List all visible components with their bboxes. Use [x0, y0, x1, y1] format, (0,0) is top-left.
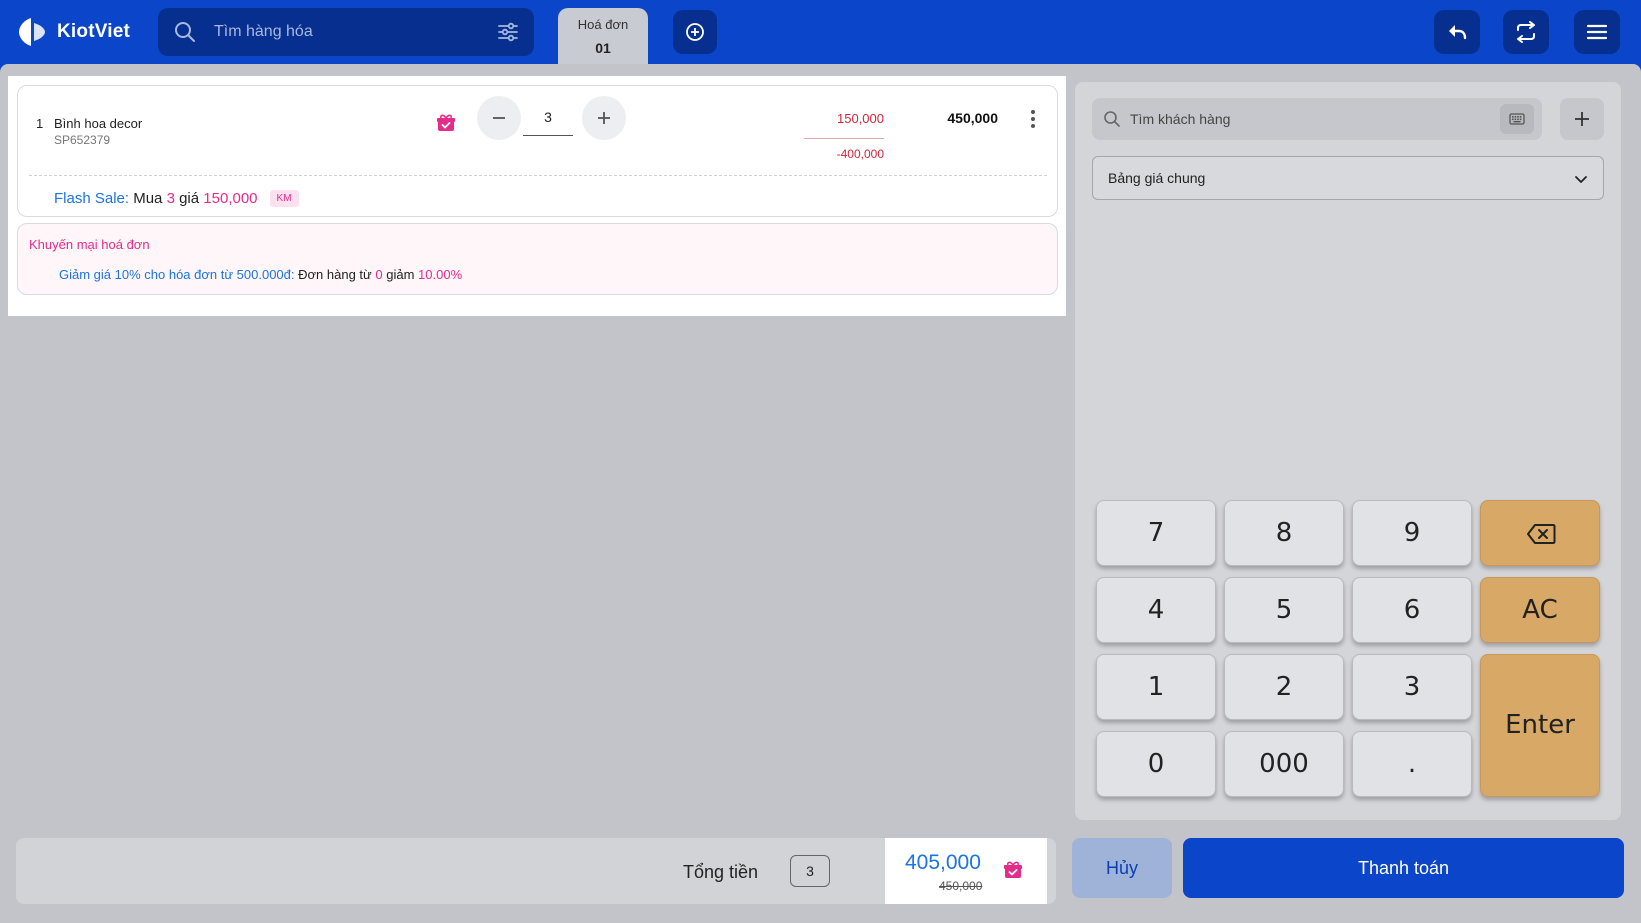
total-bar: Tổng tiền 3 405,000 450,000 [16, 838, 1056, 904]
plus-icon [598, 112, 610, 124]
cart-panel: 1 Bình hoa decor SP652379 3 150,000 -400… [8, 76, 1066, 316]
key-6[interactable]: 6 [1352, 577, 1472, 643]
customer-search-input[interactable]: Tìm khách hàng [1130, 111, 1230, 127]
price-book-select[interactable]: Bảng giá chung [1092, 156, 1604, 200]
add-invoice-button[interactable] [673, 10, 717, 54]
enter-key[interactable]: Enter [1480, 654, 1600, 797]
price-book-selected: Bảng giá chung [1108, 170, 1206, 186]
item-divider [29, 175, 1047, 176]
undo-button[interactable] [1434, 10, 1480, 54]
add-customer-button[interactable] [1560, 98, 1604, 140]
keyboard-icon [1509, 113, 1525, 125]
key-5[interactable]: 5 [1224, 577, 1344, 643]
gift-icon[interactable] [1003, 860, 1023, 880]
total-label: Tổng tiền [683, 862, 759, 882]
more-vertical-icon[interactable] [1028, 108, 1038, 130]
tab-invoice-01[interactable]: Hoá đơn 01 [558, 8, 648, 64]
item-index: 1 [36, 116, 44, 131]
key-3[interactable]: 3 [1352, 654, 1472, 720]
key-7[interactable]: 7 [1096, 500, 1216, 566]
price-divider [804, 138, 884, 139]
menu-icon [1586, 24, 1608, 40]
key-decimal[interactable]: . [1352, 731, 1472, 797]
main-content: 1 Bình hoa decor SP652379 3 150,000 -400… [0, 64, 1641, 923]
key-4[interactable]: 4 [1096, 577, 1216, 643]
tab-label: Hoá đơn [577, 17, 629, 32]
minus-icon [493, 117, 505, 119]
tab-number: 01 [595, 40, 611, 56]
key-8[interactable]: 8 [1224, 500, 1344, 566]
decrease-quantity-button[interactable] [477, 96, 521, 140]
filter-icon[interactable] [496, 20, 520, 44]
item-count: 3 [790, 855, 830, 887]
item-code: SP652379 [54, 133, 111, 147]
pay-button[interactable]: Thanh toán [1183, 838, 1624, 898]
backspace-icon [1527, 524, 1556, 544]
promo-min-value: 0 [375, 267, 383, 282]
gift-icon[interactable] [436, 113, 456, 133]
item-name[interactable]: Bình hoa decor [54, 116, 142, 131]
menu-button[interactable] [1574, 10, 1620, 54]
top-bar: KiotViet Tìm hàng hóa Hoá đơn 01 [0, 0, 1641, 64]
key-9[interactable]: 9 [1352, 500, 1472, 566]
promo-rule-text: Giảm giá 10% cho hóa đơn từ 500.000đ: [59, 267, 295, 282]
kiotviet-logo-icon [19, 18, 45, 46]
original-total: 450,000 [939, 879, 983, 893]
search-input[interactable]: Tìm hàng hóa [214, 23, 313, 41]
undo-icon [1449, 25, 1467, 40]
invoice-promotion-title: Khuyến mại hoá đơn [29, 237, 150, 252]
product-search[interactable]: Tìm hàng hóa [158, 8, 534, 56]
flash-sale-price: 150,000 [203, 190, 258, 207]
logo-text: KiotViet [57, 21, 131, 42]
search-icon [175, 22, 195, 42]
sync-icon [1517, 21, 1535, 43]
backspace-key[interactable] [1480, 500, 1600, 566]
total-amount: 405,000 [905, 851, 981, 874]
invoice-promotion-rule: Giảm giá 10% cho hóa đơn từ 500.000đ: Đơ… [59, 267, 462, 282]
unit-price[interactable]: 150,000 [804, 111, 884, 126]
flash-sale-label: Flash Sale: [54, 190, 130, 207]
chevron-down-icon [1575, 176, 1587, 183]
flash-sale-buy-qty: 3 [166, 190, 175, 207]
clear-key[interactable]: AC [1480, 577, 1600, 643]
customer-search[interactable]: Tìm khách hàng [1092, 98, 1542, 140]
promo-text-1: Đơn hàng từ [298, 267, 372, 282]
keyboard-button[interactable] [1500, 104, 1534, 134]
key-0[interactable]: 0 [1096, 731, 1216, 797]
kiotviet-logo[interactable]: KiotViet [17, 16, 130, 48]
key-1[interactable]: 1 [1096, 654, 1216, 720]
flash-sale-buy-text: Mua [133, 190, 163, 207]
promo-text-2: giảm [386, 267, 415, 282]
promo-badge: KM [269, 190, 299, 207]
quantity-input[interactable]: 3 [523, 102, 573, 136]
sync-button[interactable] [1503, 10, 1549, 54]
right-panel: Tìm khách hàng Bảng giá chung 7 8 9 4 5 … [1075, 82, 1621, 820]
line-total: 450,000 [947, 110, 998, 126]
cancel-button[interactable]: Hủy [1072, 838, 1172, 898]
key-2[interactable]: 2 [1224, 654, 1344, 720]
invoice-promotion[interactable]: Khuyến mại hoá đơn Giảm giá 10% cho hóa … [17, 223, 1058, 295]
increase-quantity-button[interactable] [582, 96, 626, 140]
promo-percent: 10.00% [418, 267, 463, 282]
cart-item[interactable]: 1 Bình hoa decor SP652379 3 150,000 -400… [17, 85, 1058, 217]
flash-sale-promo[interactable]: Flash Sale: Mua 3 giá 150,000 KM [54, 190, 299, 207]
add-circle-icon [686, 23, 704, 41]
total-amount-box[interactable]: 405,000 450,000 [885, 838, 1047, 904]
plus-icon [1575, 112, 1589, 126]
item-discount: -400,000 [836, 147, 884, 161]
search-icon [1104, 111, 1120, 127]
key-000[interactable]: 000 [1224, 731, 1344, 797]
flash-sale-price-text: giá [179, 190, 200, 207]
